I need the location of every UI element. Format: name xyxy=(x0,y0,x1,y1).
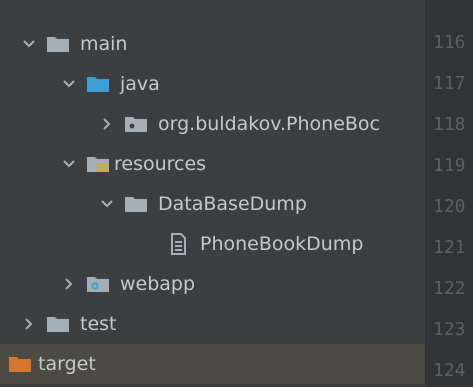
tree-item-label: test xyxy=(80,312,117,335)
file-icon xyxy=(166,233,190,255)
ide-window: main java org.buldakov.PhoneBoc resource… xyxy=(0,0,473,387)
tree-item-java[interactable]: java xyxy=(0,64,425,104)
line-number: 122 xyxy=(433,278,466,299)
line-number: 116 xyxy=(433,32,466,53)
tree-item-label: org.buldakov.PhoneBoc xyxy=(158,112,381,135)
line-number: 119 xyxy=(433,155,466,176)
excluded-folder-icon xyxy=(8,354,32,374)
chevron-right-icon[interactable] xyxy=(62,277,76,291)
tree-item-label: main xyxy=(80,32,128,55)
tree-item-resources[interactable]: resources xyxy=(0,144,425,184)
folder-icon xyxy=(46,34,70,54)
tree-item-label: resources xyxy=(114,152,207,175)
line-number: 117 xyxy=(433,73,466,94)
tree-item-label: java xyxy=(120,72,160,95)
tree-item-webapp[interactable]: webapp xyxy=(0,264,425,304)
resources-folder-icon xyxy=(86,154,110,174)
tree-item-phonebookdump[interactable]: PhoneBookDump xyxy=(0,224,425,264)
project-tree[interactable]: main java org.buldakov.PhoneBoc resource… xyxy=(0,0,425,387)
folder-icon xyxy=(46,314,70,334)
tree-item-label: webapp xyxy=(120,272,196,295)
editor-line-gutter: 116 117 118 119 120 121 122 123 124 xyxy=(425,0,473,387)
chevron-down-icon[interactable] xyxy=(62,157,76,171)
chevron-down-icon[interactable] xyxy=(22,37,36,51)
tree-item-package[interactable]: org.buldakov.PhoneBoc xyxy=(0,104,425,144)
folder-icon xyxy=(124,194,148,214)
tree-item-label: PhoneBookDump xyxy=(200,232,364,255)
chevron-down-icon[interactable] xyxy=(62,77,76,91)
line-number: 120 xyxy=(433,196,466,217)
source-folder-icon xyxy=(86,74,110,94)
line-number: 123 xyxy=(433,319,466,340)
package-icon xyxy=(124,114,148,134)
line-number: 118 xyxy=(433,114,466,135)
chevron-down-icon[interactable] xyxy=(100,197,114,211)
line-number: 124 xyxy=(433,360,466,381)
tree-item-main[interactable]: main xyxy=(0,24,425,64)
tree-item-target[interactable]: target xyxy=(0,344,425,384)
web-folder-icon xyxy=(86,274,110,294)
line-number: 121 xyxy=(433,237,466,258)
tree-item-label: target xyxy=(38,352,96,375)
tree-item-databasedump[interactable]: DataBaseDump xyxy=(0,184,425,224)
chevron-right-icon[interactable] xyxy=(22,317,36,331)
chevron-right-icon[interactable] xyxy=(100,117,114,131)
tree-item-test[interactable]: test xyxy=(0,304,425,344)
tree-item-label: DataBaseDump xyxy=(158,192,307,215)
